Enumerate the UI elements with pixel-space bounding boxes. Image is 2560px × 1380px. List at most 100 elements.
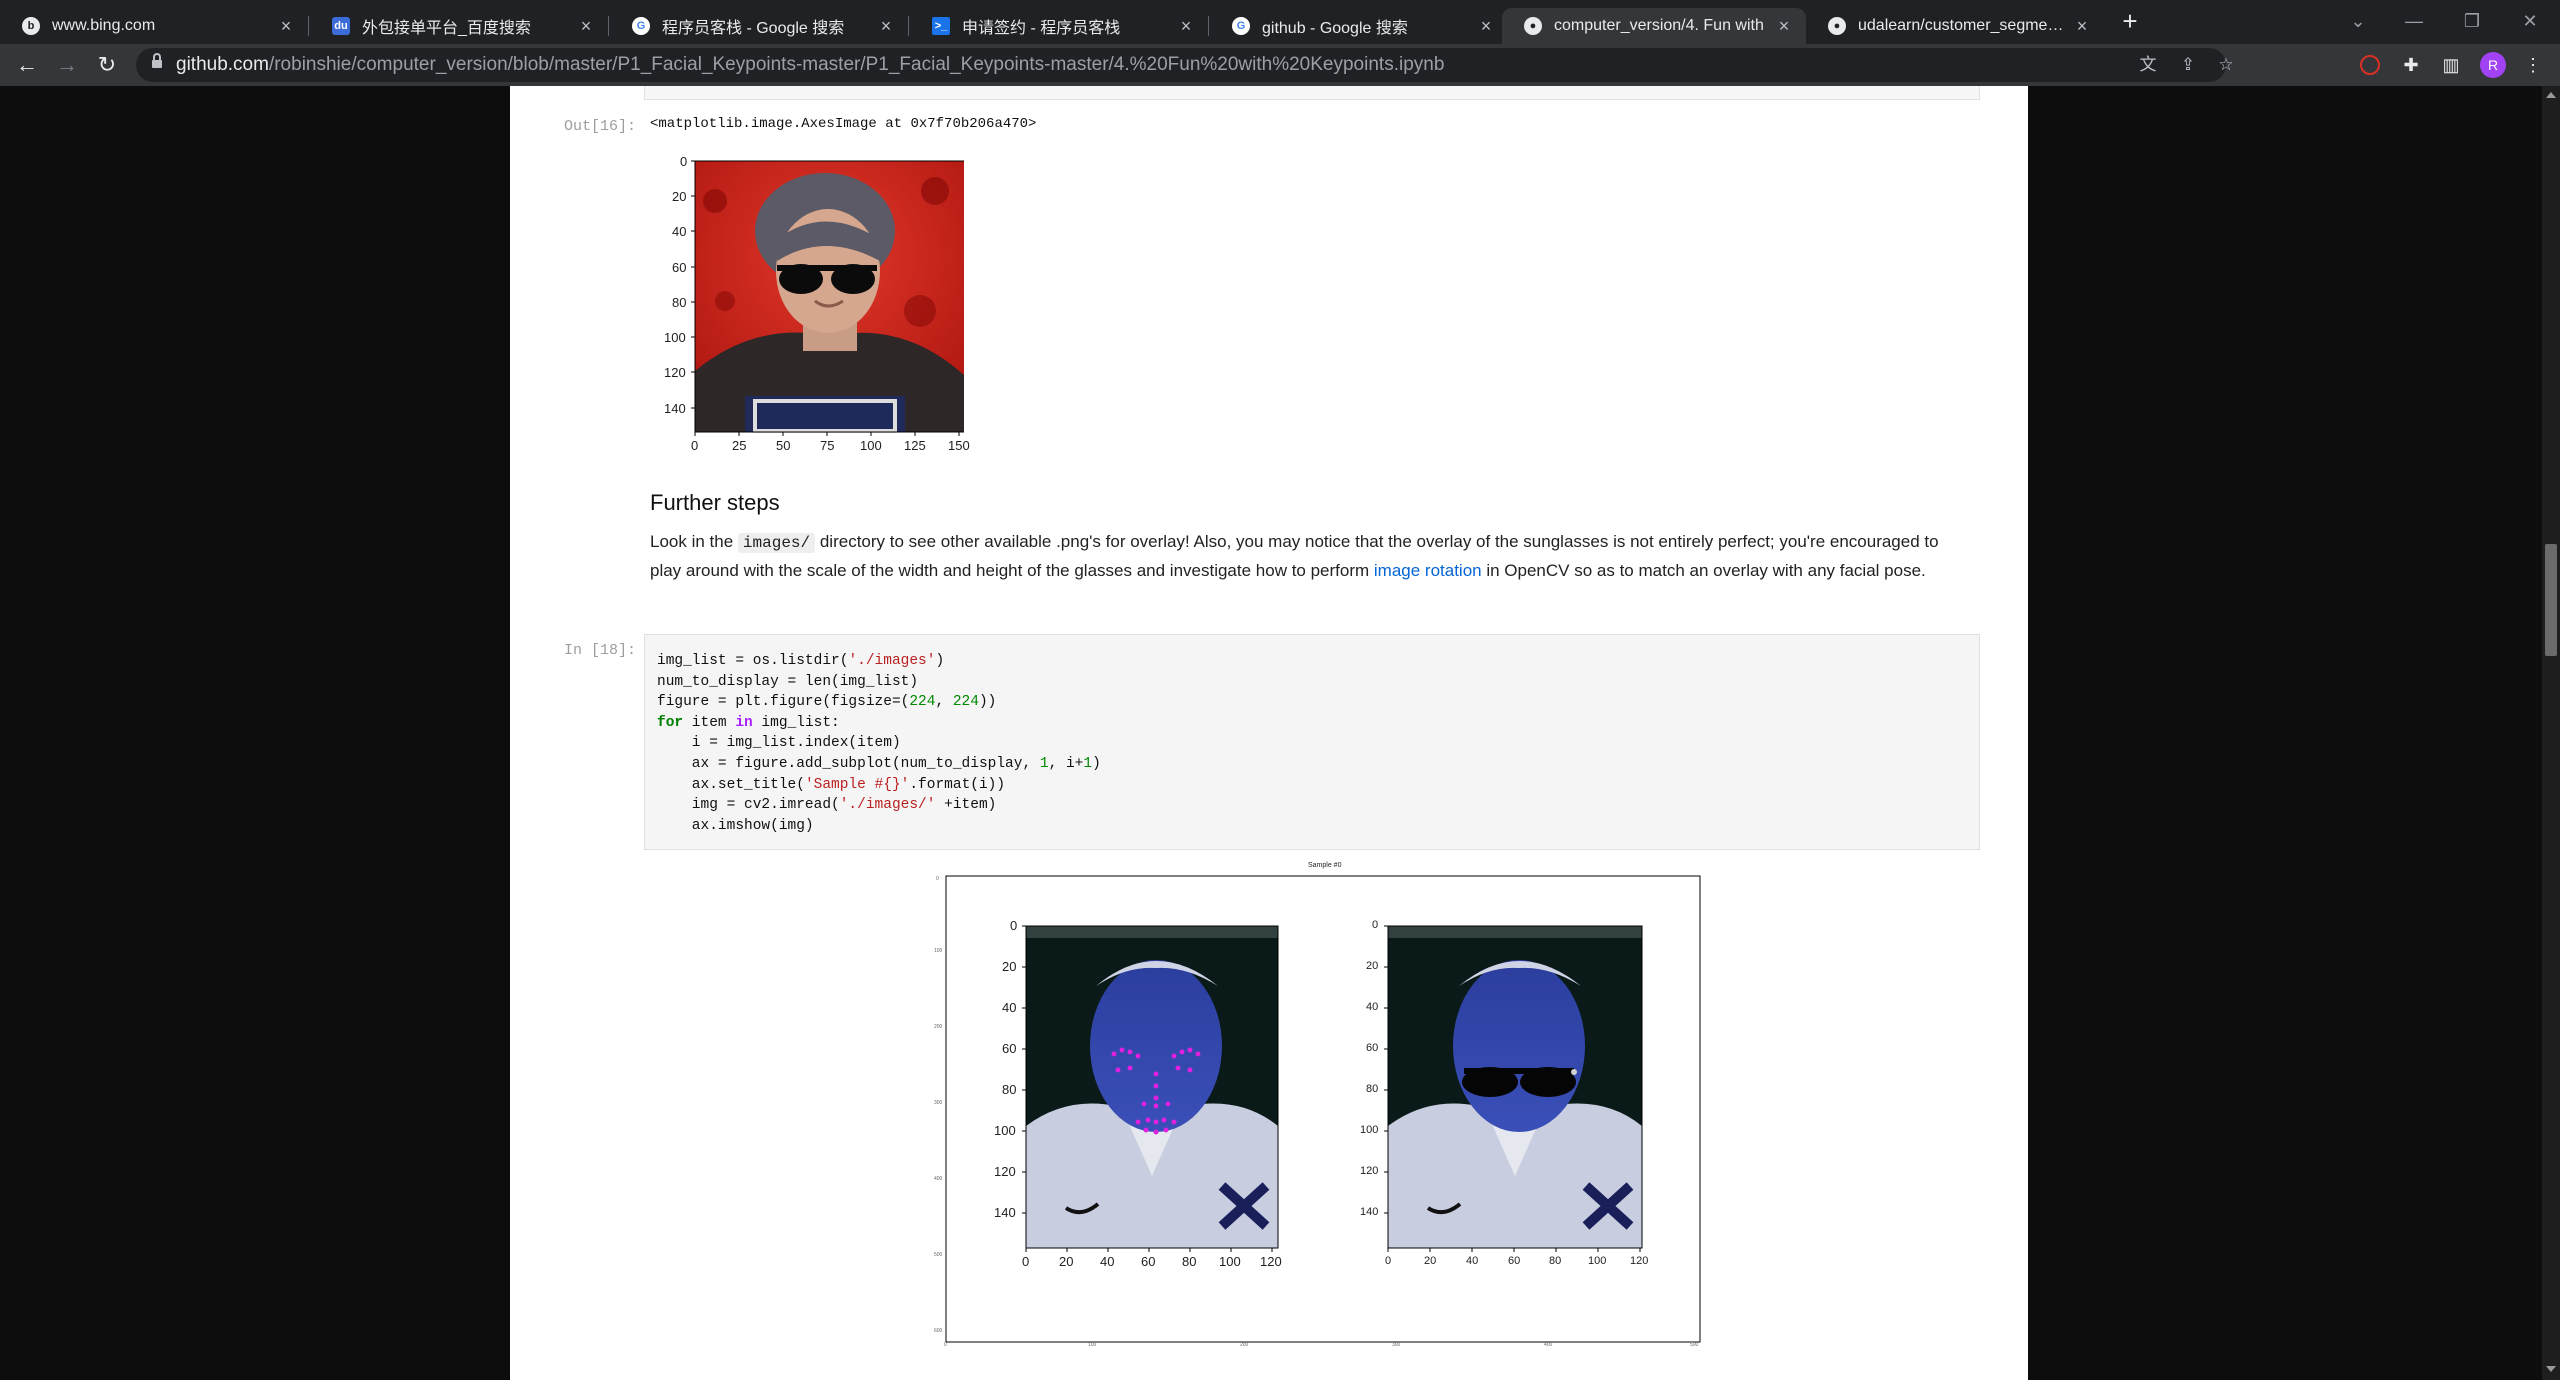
page-viewport: Out[16]: <matplotlib.image.AxesImage at …: [0, 86, 2560, 1380]
reload-button[interactable]: ↻: [92, 50, 122, 80]
tab-title: 申请签约 - 程序员客栈: [962, 20, 1121, 37]
code-cell-18[interactable]: img_list = os.listdir('./images') num_to…: [644, 634, 1980, 850]
address-bar[interactable]: github.com/robinshie/computer_version/bl…: [136, 48, 2234, 82]
close-icon[interactable]: ×: [1176, 16, 1196, 36]
svg-text:400: 400: [1544, 1342, 1553, 1348]
side-panel-icon[interactable]: ▥: [2440, 54, 2462, 76]
y-tick-label: 140: [664, 401, 686, 416]
left-x-tick: 120: [1260, 1254, 1282, 1269]
right-x-tick: 100: [1588, 1255, 1607, 1267]
right-y-tick: 120: [1360, 1165, 1379, 1177]
right-x-tick: 80: [1549, 1255, 1562, 1267]
share-icon[interactable]: ⇪: [2178, 55, 2198, 75]
close-icon[interactable]: ×: [576, 16, 596, 36]
right-y-tick: 80: [1366, 1083, 1379, 1095]
left-y-tick: 40: [1002, 1000, 1017, 1015]
notebook-sheet: Out[16]: <matplotlib.image.AxesImage at …: [510, 86, 2028, 1380]
github-icon: ●: [1828, 17, 1846, 35]
right-x-tick: 60: [1508, 1255, 1521, 1267]
out16-prompt: Out[16]:: [564, 118, 637, 135]
right-y-tick: 100: [1360, 1124, 1379, 1136]
x-tick-label: 125: [904, 438, 926, 453]
y-tick-label: 120: [664, 365, 686, 380]
left-x-tick: 40: [1100, 1254, 1115, 1269]
tab-search-icon[interactable]: ⌄: [2330, 4, 2386, 38]
tab-proginn-apply[interactable]: >_ 申请签约 - 程序员客栈 ×: [910, 8, 1208, 44]
left-x-tick: 20: [1059, 1254, 1074, 1269]
left-x-tick: 80: [1182, 1254, 1197, 1269]
right-y-tick: 140: [1360, 1206, 1379, 1218]
maximize-button[interactable]: ❐: [2444, 4, 2500, 38]
profile-avatar[interactable]: R: [2480, 52, 2506, 78]
left-y-tick: 80: [1002, 1082, 1017, 1097]
svg-text:600: 600: [934, 1328, 943, 1334]
right-x-tick: 40: [1466, 1255, 1479, 1267]
y-tick-label: 20: [672, 189, 687, 204]
left-x-tick: 0: [1022, 1254, 1030, 1269]
image-rotation-link[interactable]: image rotation: [1374, 561, 1482, 580]
svg-text:200: 200: [1240, 1342, 1249, 1348]
in18-prompt: In [18]:: [564, 642, 637, 659]
google-icon: G: [1232, 17, 1250, 35]
tab-google-github[interactable]: G github - Google 搜索 ×: [1210, 8, 1508, 44]
code-source: img_list = os.listdir('./images') num_to…: [657, 653, 1101, 834]
translate-icon[interactable]: 文: [2138, 55, 2158, 75]
tab-title: www.bing.com: [52, 17, 156, 34]
right-y-tick: 20: [1366, 960, 1379, 972]
back-button[interactable]: ←: [12, 50, 42, 80]
further-steps-heading: Further steps: [650, 490, 780, 515]
extension-icon[interactable]: [2360, 55, 2380, 75]
x-tick-label: 0: [691, 438, 699, 453]
left-x-tick: 60: [1141, 1254, 1156, 1269]
svg-text:100: 100: [1088, 1342, 1097, 1348]
new-tab-button[interactable]: +: [2116, 8, 2144, 36]
tab-google-proginn[interactable]: G 程序员客栈 - Google 搜索 ×: [610, 8, 908, 44]
images-dir-code: images/: [737, 533, 816, 553]
svg-text:300: 300: [934, 1100, 943, 1106]
extensions-puzzle-icon[interactable]: ✚: [2400, 54, 2422, 76]
left-y-tick: 140: [994, 1205, 1016, 1220]
y-tick-label: 60: [672, 260, 687, 275]
y-tick-label: 80: [672, 295, 687, 310]
tab-computer-version[interactable]: ● computer_version/4. Fun with ×: [1502, 8, 1806, 44]
svg-text:100: 100: [934, 948, 943, 954]
close-icon[interactable]: ×: [1774, 16, 1794, 36]
close-icon[interactable]: ×: [1476, 16, 1496, 36]
close-window-button[interactable]: ✕: [2502, 4, 2558, 38]
tab-baidu[interactable]: du 外包接单平台_百度搜索 ×: [310, 8, 608, 44]
x-tick-label: 50: [776, 438, 791, 453]
close-icon[interactable]: ×: [276, 16, 296, 36]
small-plot-image: [691, 160, 966, 436]
minimize-button[interactable]: —: [2386, 4, 2442, 38]
right-y-tick: 60: [1366, 1042, 1379, 1054]
lock-icon: [152, 53, 162, 70]
close-icon[interactable]: ×: [876, 16, 896, 36]
y-tick-label: 0: [680, 154, 688, 169]
tab-title: 程序员客栈 - Google 搜索: [662, 20, 845, 37]
svg-text:0: 0: [944, 1342, 947, 1348]
tab-title: 外包接单平台_百度搜索: [362, 20, 531, 37]
x-tick-label: 150: [948, 438, 970, 453]
tab-title: udalearn/customer_segments: [1858, 17, 2064, 34]
x-tick-label: 100: [860, 438, 882, 453]
right-x-tick: 120: [1630, 1255, 1649, 1267]
tab-title: github - Google 搜索: [1262, 20, 1408, 37]
y-tick-label: 100: [664, 330, 686, 345]
right-x-tick: 20: [1424, 1255, 1437, 1267]
tab-strip: b www.bing.com × du 外包接单平台_百度搜索 × G 程序员客…: [0, 0, 2560, 44]
left-y-tick: 20: [1002, 959, 1017, 974]
close-icon[interactable]: ×: [2072, 16, 2092, 36]
menu-kebab-icon[interactable]: ⋮: [2522, 54, 2544, 76]
bookmark-star-icon[interactable]: ☆: [2216, 55, 2236, 75]
page-scrollbar[interactable]: [2542, 86, 2560, 1380]
scroll-down-arrow[interactable]: [2546, 1366, 2556, 1372]
tab-udalearn[interactable]: ● udalearn/customer_segments ×: [1806, 8, 2104, 44]
scroll-up-arrow[interactable]: [2546, 92, 2556, 98]
tab-bing[interactable]: b www.bing.com ×: [0, 8, 308, 44]
scroll-thumb[interactable]: [2545, 544, 2557, 656]
small-plot: 0 20 40 60 80 100 120 140 0 25 50 75 100…: [644, 152, 970, 453]
url-text[interactable]: github.com/robinshie/computer_version/bl…: [176, 48, 1444, 82]
forward-button[interactable]: →: [52, 50, 82, 80]
baidu-icon: du: [332, 17, 350, 35]
svg-text:500: 500: [934, 1252, 943, 1258]
